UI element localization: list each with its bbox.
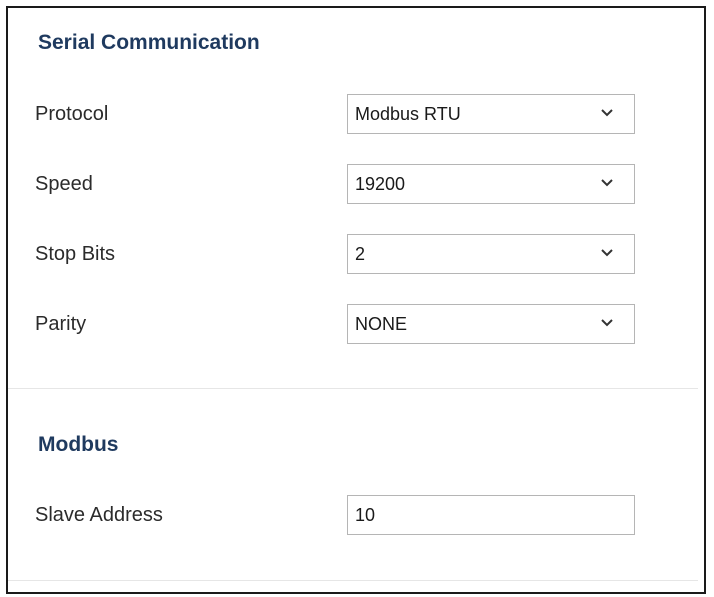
stop-bits-label: Stop Bits — [35, 243, 116, 265]
slave-address-label: Slave Address — [35, 504, 163, 526]
stop-bits-select-value: 2 — [355, 244, 366, 264]
chevron-down-icon — [601, 109, 613, 117]
speed-select[interactable]: 19200 — [347, 164, 635, 204]
speed-select-value: 19200 — [355, 174, 406, 194]
slave-address-input[interactable] — [347, 495, 635, 535]
settings-panel: Serial Communication Protocol Modbus RTU… — [6, 6, 706, 594]
parity-select-value: NONE — [355, 314, 408, 334]
parity-label: Parity — [35, 313, 87, 335]
bottom-divider — [8, 580, 698, 581]
chevron-down-icon — [601, 249, 613, 257]
protocol-select[interactable]: Modbus RTU — [347, 94, 635, 134]
speed-label: Speed — [35, 173, 93, 195]
protocol-select-value: Modbus RTU — [355, 104, 461, 124]
modbus-title: Modbus — [38, 433, 119, 456]
chevron-down-icon — [601, 319, 613, 327]
stop-bits-select[interactable]: 2 — [347, 234, 635, 274]
protocol-label: Protocol — [35, 103, 109, 125]
chevron-down-icon — [601, 179, 613, 187]
section-divider — [8, 388, 698, 389]
serial-communication-title: Serial Communication — [38, 31, 260, 54]
parity-select[interactable]: NONE — [347, 304, 635, 344]
